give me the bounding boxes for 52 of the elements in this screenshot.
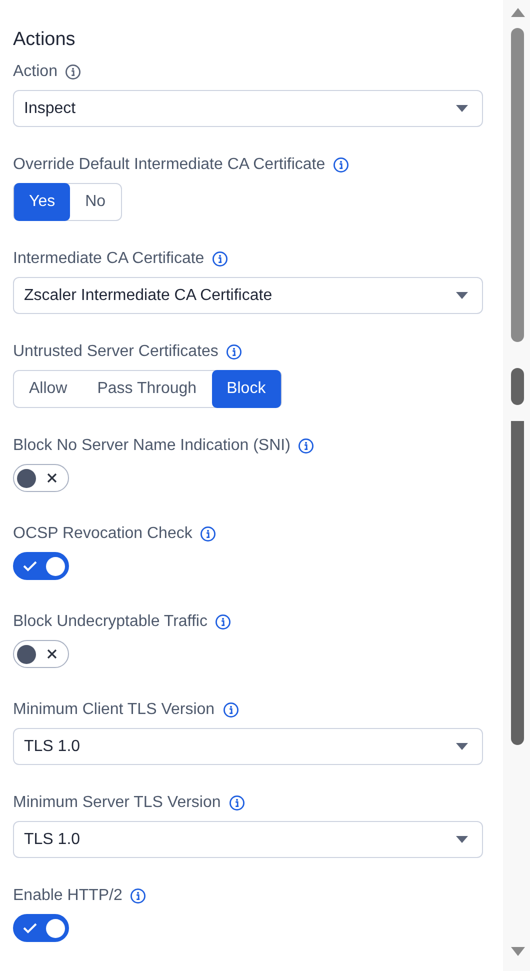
field-label: Minimum Client TLS Version [13, 701, 215, 719]
scrollbar-thumb[interactable] [511, 421, 524, 745]
select-value: Zscaler Intermediate CA Certificate [24, 286, 272, 304]
close-icon [47, 473, 57, 483]
select-field[interactable]: Zscaler Intermediate CA Certificate [13, 277, 483, 314]
info-icon[interactable] [226, 344, 242, 360]
select-field[interactable]: TLS 1.0 [13, 821, 483, 858]
field-label: Action [13, 63, 58, 81]
scroll-down-icon[interactable] [511, 947, 525, 957]
select-field[interactable]: Inspect [13, 90, 483, 127]
segment-option[interactable]: Pass Through [82, 370, 212, 408]
select-value: Inspect [24, 100, 76, 118]
info-icon[interactable] [130, 888, 146, 904]
close-icon [47, 649, 57, 659]
check-icon [23, 560, 37, 572]
scrollbar-thumb[interactable] [511, 368, 524, 405]
toggle-switch[interactable] [13, 640, 69, 668]
info-icon[interactable] [212, 251, 228, 267]
caret-icon [456, 105, 468, 112]
toggle-switch[interactable] [13, 914, 69, 942]
segment-option[interactable]: Allow [14, 370, 82, 408]
toggle-switch[interactable] [13, 552, 69, 580]
info-icon[interactable] [228, 795, 245, 811]
scrollbar[interactable] [503, 0, 530, 971]
field-label: Block Undecryptable Traffic [13, 613, 208, 631]
caret-icon [456, 743, 468, 750]
toggle-switch[interactable] [13, 464, 69, 492]
info-icon[interactable] [333, 157, 350, 173]
select-field[interactable]: TLS 1.0 [13, 728, 483, 765]
scrollbar-thumb[interactable] [511, 28, 524, 342]
field-label: Intermediate CA Certificate [13, 250, 204, 268]
segment-option[interactable]: No [70, 183, 121, 221]
info-icon[interactable] [65, 64, 82, 80]
select-value: TLS 1.0 [24, 738, 80, 756]
info-icon[interactable] [215, 614, 232, 630]
scroll-up-icon[interactable] [510, 7, 524, 17]
field-label: Block No Server Name Indication (SNI) [13, 437, 290, 455]
field-label: Minimum Server TLS Version [13, 794, 221, 812]
info-icon[interactable] [298, 438, 314, 454]
field-label: Untrusted Server Certificates [13, 343, 218, 361]
info-icon[interactable] [200, 526, 216, 542]
segment-option[interactable]: Yes [14, 183, 70, 221]
field-label: Enable HTTP/2 [13, 887, 122, 905]
info-icon[interactable] [222, 702, 239, 718]
caret-icon [456, 836, 468, 843]
field-label: Override Default Intermediate CA Certificate [13, 156, 326, 174]
section-title: Actions [13, 28, 76, 52]
segment-option[interactable]: Block [212, 370, 281, 408]
caret-icon [456, 292, 468, 299]
select-value: TLS 1.0 [24, 830, 80, 848]
field-label: OCSP Revocation Check [13, 525, 192, 543]
check-icon [23, 922, 37, 934]
